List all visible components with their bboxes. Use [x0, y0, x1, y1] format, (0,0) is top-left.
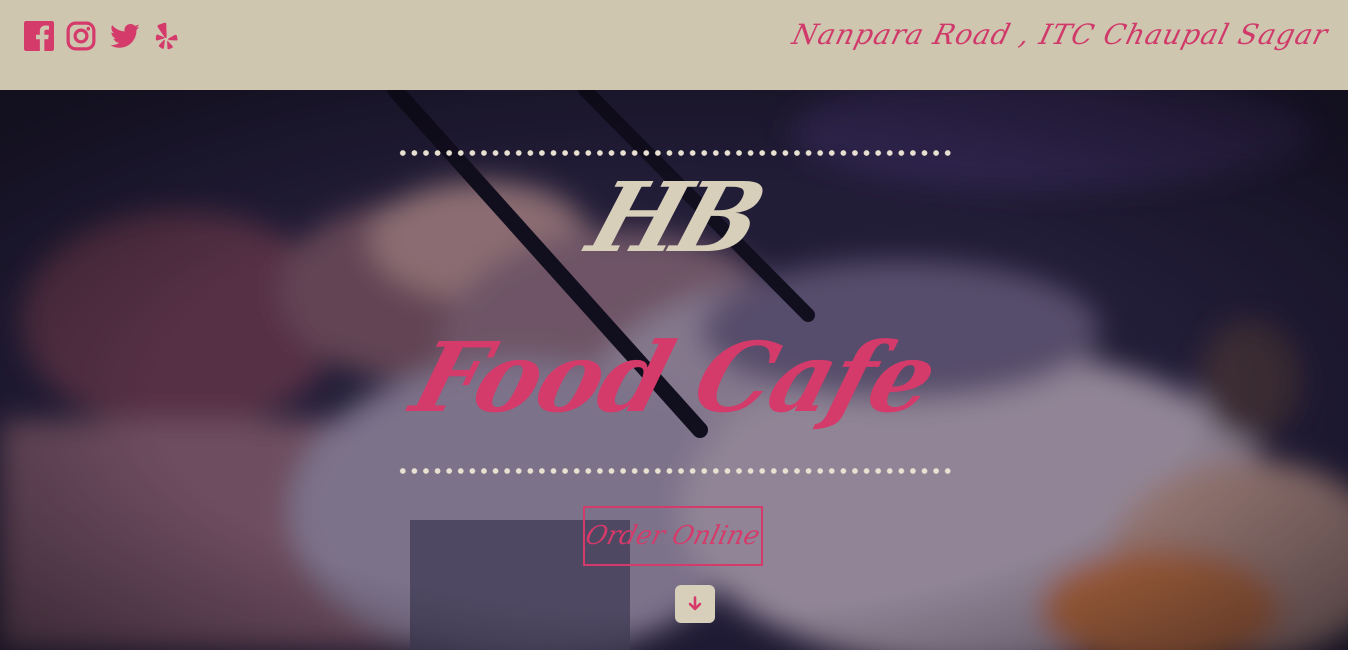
instagram-link[interactable] — [66, 20, 96, 52]
yelp-link[interactable] — [154, 20, 180, 52]
dotted-divider-top — [397, 150, 953, 156]
hero-section: HB Food Cafe Order Online — [0, 90, 1348, 650]
top-bar: Nanpara Road , ITC Chaupal Sagar — [0, 0, 1348, 90]
dotted-divider-bottom — [397, 468, 953, 474]
order-online-button[interactable]: Order Online — [583, 506, 763, 566]
facebook-icon — [24, 21, 54, 51]
arrow-down-icon — [688, 596, 702, 611]
logo-monogram: HB — [575, 161, 773, 274]
social-links — [24, 20, 180, 52]
instagram-icon — [66, 21, 96, 51]
scroll-down-button[interactable] — [675, 585, 715, 623]
facebook-link[interactable] — [24, 20, 54, 52]
address-text: Nanpara Road , ITC Chaupal Sagar — [789, 18, 1333, 51]
twitter-icon — [110, 24, 140, 48]
brand-title: Food Cafe — [400, 321, 948, 434]
twitter-link[interactable] — [108, 20, 142, 52]
order-online-label: Order Online — [582, 521, 764, 551]
yelp-icon — [155, 22, 178, 50]
